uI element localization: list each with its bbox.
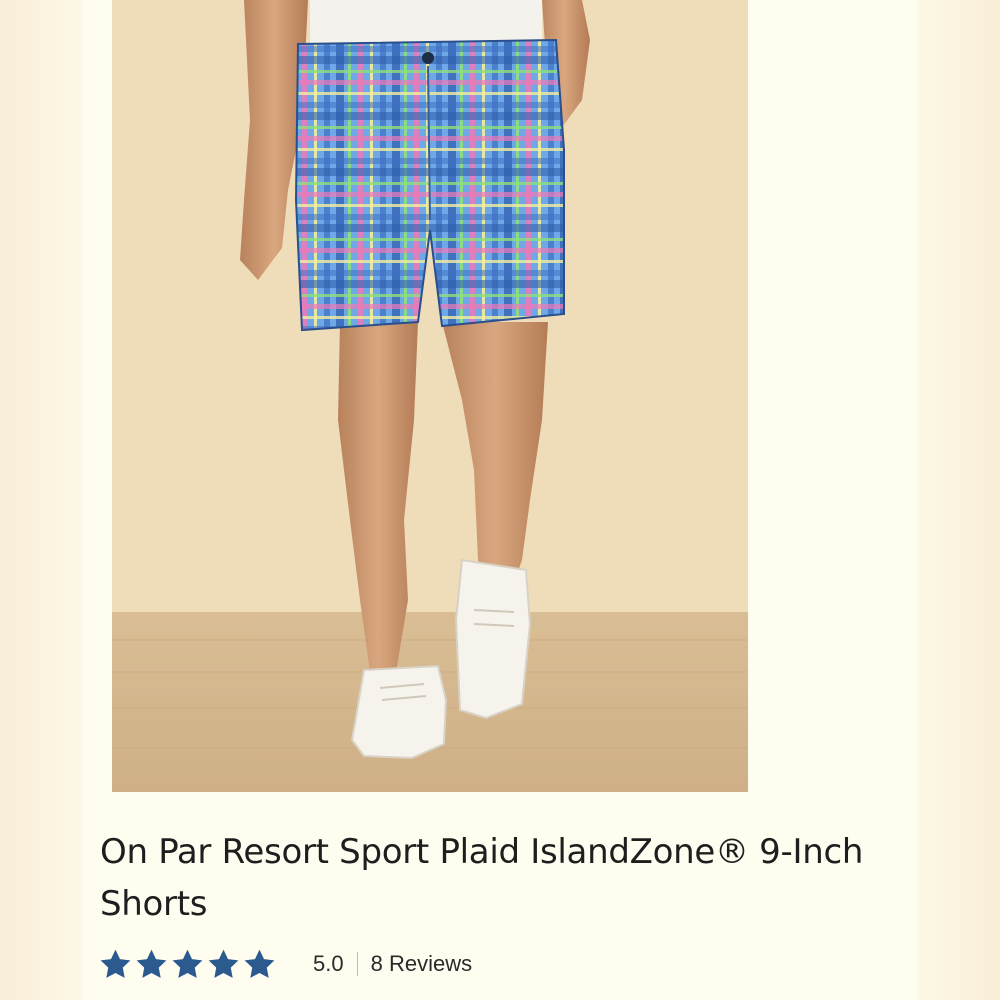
page-edge-right [918, 0, 1000, 1000]
star-icon [208, 949, 239, 978]
reviews-link[interactable]: 8 Reviews [371, 951, 472, 977]
star-icon [100, 949, 131, 978]
product-image[interactable] [112, 0, 748, 792]
star-icon [172, 949, 203, 978]
star-icon [244, 949, 275, 978]
product-title: On Par Resort Sport Plaid IslandZone® 9-… [100, 832, 864, 924]
rating-value: 5.0 [313, 951, 344, 976]
divider [356, 952, 358, 976]
star-icon [136, 949, 167, 978]
star-rating[interactable] [98, 947, 277, 982]
page-edge-left [0, 0, 82, 1000]
rating-row: 5.0 8 Reviews [98, 944, 472, 984]
